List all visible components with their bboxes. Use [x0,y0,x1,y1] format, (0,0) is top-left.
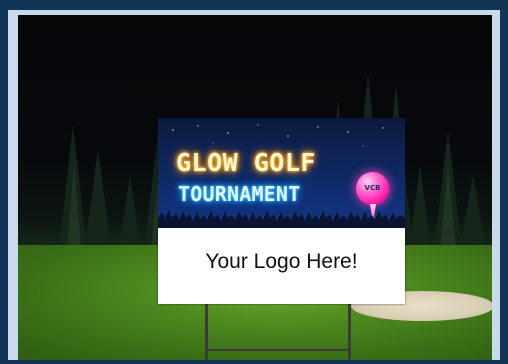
headline-tournament: TOURNAMENT [178,182,301,206]
golf-ball-icon: VCB [356,172,389,205]
image-frame: GLOW GOLF TOURNAMENT VCB Your Logo Here! [8,10,500,360]
logo-panel: Your Logo Here! [158,228,405,304]
sign-crossbar [205,349,351,351]
headline-glow-golf: GLOW GOLF [176,148,316,177]
sign-post-left [205,304,208,360]
sign-post-right [348,304,351,360]
ball-logo-text: VCB [364,184,381,192]
grass-silhouette [158,210,405,228]
logo-placeholder-text: Your Logo Here! [205,250,358,273]
sign-banner: GLOW GOLF TOURNAMENT VCB [158,118,405,228]
yard-sign: GLOW GOLF TOURNAMENT VCB Your Logo Here! [158,118,405,304]
golf-course-night-photo: GLOW GOLF TOURNAMENT VCB Your Logo Here! [18,15,492,360]
